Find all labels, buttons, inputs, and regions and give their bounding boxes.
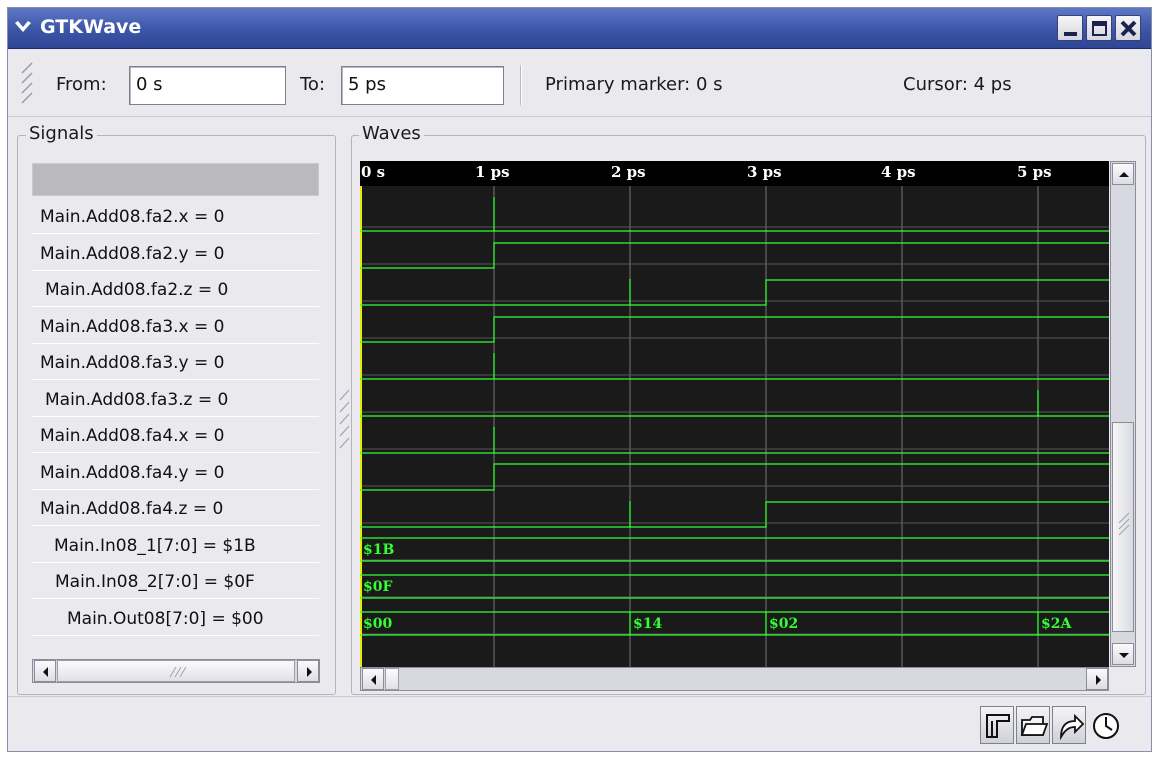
scroll-up-button[interactable] <box>1112 163 1134 185</box>
signal-row[interactable]: Main.In08_2[7:0] = $0F <box>32 563 319 599</box>
close-icon <box>1120 20 1137 37</box>
arrow-up-icon <box>1119 172 1129 177</box>
signal-row[interactable]: Main.Add08.fa2.z = 0 <box>32 271 319 307</box>
bus-value-out08-3: $2A <box>1041 616 1072 632</box>
time-label: 2 ps <box>611 163 646 181</box>
signals-frame-label: Signals <box>26 123 97 144</box>
bus-in08-1 <box>360 537 1109 562</box>
signal-row[interactable]: Main.Add08.fa4.z = 0 <box>32 490 319 526</box>
signal-label: Main.Add08.fa4.z = 0 <box>40 499 224 519</box>
reload-icon <box>1060 713 1085 741</box>
open-file-button[interactable] <box>1016 706 1050 744</box>
time-label: 4 ps <box>881 163 916 181</box>
signal-label: Main.Add08.fa2.y = 0 <box>40 243 225 264</box>
bus-value-out08-2: $02 <box>769 616 799 632</box>
from-label: From: <box>56 74 107 95</box>
to-label: To: <box>300 74 326 95</box>
toolbar-grip-icon[interactable] <box>18 61 40 109</box>
signal-label: Main.In08_1[7:0] = $1B <box>54 535 256 556</box>
time-label: 5 ps <box>1017 163 1052 181</box>
arrow-right-icon <box>1096 675 1101 685</box>
signal-label: Main.In08_2[7:0] = $0F <box>55 572 255 592</box>
signal-label: Main.Add08.fa2.x = 0 <box>40 207 225 227</box>
arrow-left-icon <box>43 667 48 677</box>
time-toolbar: From: 0 s To: 5 ps Primary marker: 0 s C… <box>8 51 1151 117</box>
window-menu-icon[interactable] <box>12 17 34 39</box>
signals-horizontal-scrollbar[interactable] <box>32 659 320 683</box>
grip-icon <box>169 666 187 678</box>
arrow-left-icon <box>371 675 376 685</box>
waves-scroll-left-button[interactable] <box>362 668 384 690</box>
to-field[interactable]: 5 ps <box>341 66 504 105</box>
signal-row[interactable]: Main.Out08[7:0] = $00 <box>32 600 319 636</box>
time-label: 3 ps <box>747 163 782 181</box>
minimize-button[interactable] <box>1057 15 1083 41</box>
cursor-text: Cursor: 4 ps <box>903 74 1012 95</box>
signal-row[interactable]: Main.In08_1[7:0] = $1B <box>32 527 319 563</box>
signal-row[interactable]: Main.Add08.fa2.x = 0 <box>32 198 319 234</box>
bus-out08 <box>360 611 1109 636</box>
digital-waveforms <box>360 197 1109 636</box>
reload-button[interactable] <box>1052 706 1086 744</box>
toolbar-separator <box>520 65 522 105</box>
clock-icon <box>1093 713 1119 739</box>
waves-frame-label: Waves <box>359 123 424 144</box>
title-bar[interactable]: GTKWave <box>8 8 1151 49</box>
scroll-down-button[interactable] <box>1112 643 1134 665</box>
signal-label: Main.Add08.fa3.x = 0 <box>40 316 225 337</box>
time-ruler <box>360 161 1109 186</box>
signal-row[interactable]: Main.Add08.fa4.x = 0 <box>32 417 319 453</box>
waves-scroll-right-button[interactable] <box>1086 668 1108 690</box>
waves-hscroll-thumb[interactable] <box>385 668 399 690</box>
close-button[interactable] <box>1115 15 1141 41</box>
scroll-right-button[interactable] <box>297 660 319 682</box>
waveform-canvas[interactable] <box>360 161 1109 667</box>
signal-row[interactable]: Main.Add08.fa3.y = 0 <box>32 344 319 380</box>
signal-row[interactable]: Main.Add08.fa3.x = 0 <box>32 308 319 344</box>
maximize-button[interactable] <box>1086 15 1112 41</box>
waves-vertical-scrollbar[interactable] <box>1110 161 1136 667</box>
maximize-icon <box>1092 21 1107 36</box>
primary-marker-text: Primary marker: 0 s <box>545 74 723 95</box>
signal-row[interactable]: Main.Add08.fa4.y = 0 <box>32 454 319 490</box>
signal-label: Main.Add08.fa3.y = 0 <box>40 353 225 373</box>
toggle-view-icon <box>986 714 1010 738</box>
time-button[interactable] <box>1088 706 1122 744</box>
grip-icon <box>1118 512 1130 536</box>
toggle-view-button[interactable] <box>980 706 1014 744</box>
waves-horizontal-scrollbar[interactable] <box>360 667 1109 691</box>
open-folder-icon <box>1020 716 1049 736</box>
waves-vscroll-thumb[interactable] <box>1112 422 1134 632</box>
bus-value-in08-2: $0F <box>363 579 393 595</box>
signal-row[interactable]: Main.Add08.fa3.z = 0 <box>32 381 319 417</box>
signal-label: Main.Add08.fa4.y = 0 <box>40 462 225 483</box>
signal-label: Main.Add08.fa4.x = 0 <box>40 426 225 446</box>
minimize-icon <box>1064 32 1077 36</box>
from-field[interactable]: 0 s <box>129 66 286 105</box>
arrow-right-icon <box>307 667 312 677</box>
signal-label: Main.Add08.fa2.z = 0 <box>45 280 229 300</box>
signals-header <box>32 163 319 196</box>
wave-fa2-x <box>360 197 1109 232</box>
time-label: 1 ps <box>475 163 510 181</box>
scroll-left-button[interactable] <box>34 660 56 682</box>
gtkwave-window: GTKWave From: 0 s To: 5 ps Primary marke… <box>7 7 1152 752</box>
window-title: GTKWave <box>40 16 142 38</box>
signal-row[interactable]: Main.Add08.fa2.y = 0 <box>32 235 319 271</box>
time-grid <box>493 186 1039 667</box>
arrow-down-icon <box>1119 653 1129 658</box>
bus-value-out08-0: $00 <box>363 616 393 632</box>
signal-label: Main.Out08[7:0] = $00 <box>67 608 264 629</box>
pane-resize-grip-icon[interactable] <box>338 388 352 458</box>
signals-scroll-thumb[interactable] <box>57 660 295 682</box>
time-label: 0 s <box>361 163 386 181</box>
wave-display[interactable]: 0 s1 ps 2 ps 3 ps 4 ps 5 ps $1B $0F $00 $14 … <box>360 161 1109 667</box>
signal-label: Main.Add08.fa3.z = 0 <box>45 389 229 410</box>
bus-in08-2 <box>360 574 1109 599</box>
row-separators <box>360 226 1109 635</box>
bus-value-out08-1: $14 <box>633 616 663 632</box>
bus-value-in08-1: $1B <box>363 542 395 558</box>
